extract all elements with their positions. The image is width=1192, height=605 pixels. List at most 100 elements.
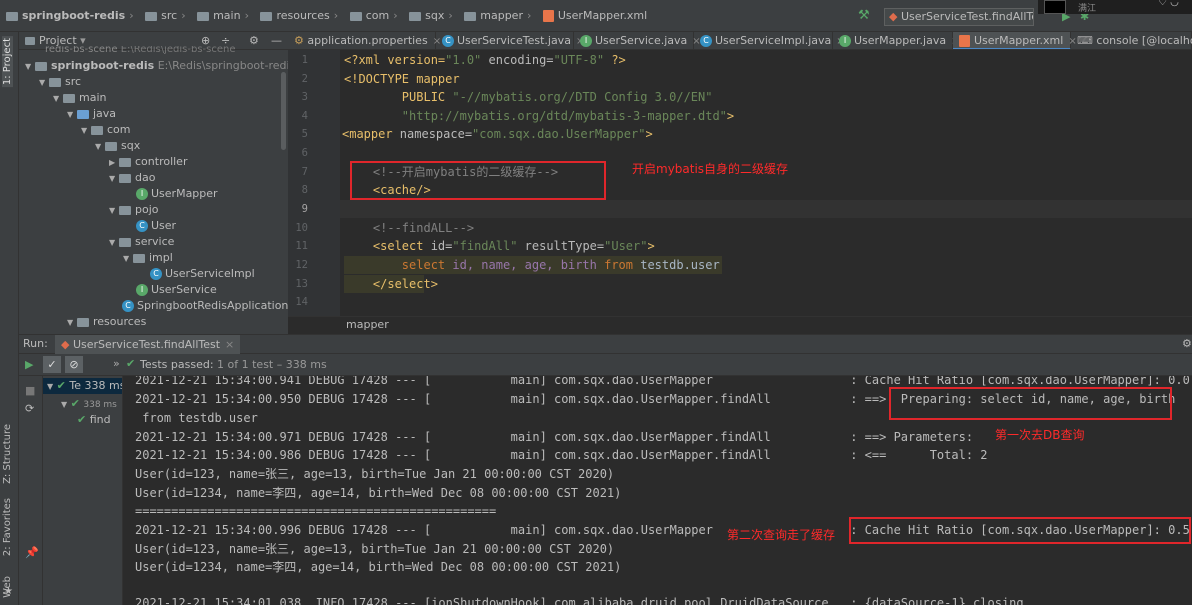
- code-line-2: <!DOCTYPE mapper: [344, 72, 460, 86]
- tree-row-dao[interactable]: ▼ dao: [109, 170, 155, 186]
- settings-gear-icon[interactable]: ⚙: [1182, 337, 1192, 350]
- test-row-class[interactable]: ▼ ✔ 338 ms: [61, 396, 117, 413]
- line-number: 12: [295, 259, 308, 271]
- package-icon: [119, 237, 131, 247]
- left-tool-strip: 1: Project Z: Structure 2: Favorites Web…: [0, 32, 19, 605]
- xml-file-icon: [542, 10, 554, 22]
- tree-row-user[interactable]: C User: [136, 218, 176, 234]
- console-line: User(id=1234, name=李四, age=14, birth=Wed…: [135, 560, 622, 574]
- project-scrollbar[interactable]: [281, 72, 286, 150]
- tree-row-sqx[interactable]: ▼ sqx: [95, 138, 140, 154]
- project-icon: [25, 37, 35, 45]
- run-label: Run:: [23, 337, 48, 350]
- code-line-1: <?xml version="1.0" encoding="UTF-8" ?>: [344, 53, 626, 67]
- folder-icon: [197, 11, 210, 21]
- first-query-annotation: 第一次去DB查询: [995, 428, 1085, 442]
- console-line: User(id=1234, name=李四, age=14, birth=Wed…: [135, 486, 622, 500]
- console-line: User(id=123, name=张三, age=13, birth=Tue …: [135, 467, 615, 481]
- close-icon[interactable]: ×: [225, 338, 234, 351]
- tree-row-userservice[interactable]: I UserService: [136, 282, 217, 298]
- line-number: 14: [295, 296, 308, 308]
- package-icon: [119, 157, 131, 167]
- tree-row-java[interactable]: ▼ java: [67, 106, 116, 122]
- folder-icon: [260, 11, 273, 21]
- interface-icon: I: [136, 284, 148, 296]
- pin-icon[interactable]: 📌: [25, 546, 39, 559]
- tool-window-favorites[interactable]: 2: Favorites: [2, 498, 13, 556]
- folder-icon: [63, 93, 75, 103]
- tab-userservicetest-java[interactable]: CUserServiceTest.java×: [436, 32, 584, 49]
- tab-usermapper-xml[interactable]: UserMapper.xml ×: [953, 32, 1077, 49]
- interface-icon: I: [580, 35, 592, 47]
- gear-icon[interactable]: ⚙: [249, 32, 259, 50]
- folder-icon: [145, 11, 158, 21]
- tree-row-resources[interactable]: ▼ resources: [67, 314, 146, 330]
- project-panel: Project ▾ ⊕ ÷ ⚙ — redis-bs-scene E:\Redi…: [19, 32, 288, 334]
- tool-window-project[interactable]: 1: Project: [2, 36, 13, 88]
- build-hammer-icon[interactable]: ⚒: [858, 9, 870, 23]
- properties-file-icon: ⚙: [294, 34, 304, 47]
- tree-row-com[interactable]: ▼ com: [81, 122, 131, 138]
- test-row-root[interactable]: ▼ ✔ Te 338 ms: [43, 378, 122, 394]
- tree-row-src[interactable]: ▼ src: [39, 74, 81, 90]
- test-row-findall[interactable]: ✔ find: [77, 412, 111, 428]
- tree-row-springboot-redis[interactable]: ▼ springboot-redis E:\Redis\springboot-re…: [25, 58, 288, 74]
- tab-console-localhost[interactable]: ⌨ console [@localhost]: [1071, 32, 1192, 49]
- interface-icon: I: [136, 188, 148, 200]
- tab-userserviceimpl-java[interactable]: CUserServiceImpl.java×: [694, 32, 845, 49]
- junit-icon: ◆: [889, 10, 898, 23]
- tree-row-pojo[interactable]: ▼ pojo: [109, 202, 159, 218]
- test-class-icon: C: [442, 35, 454, 47]
- tree-row-impl[interactable]: ▼ impl: [123, 250, 173, 266]
- code-editor[interactable]: 1 2 3 4 5 6 7 8 9 10 11 12 13 14 <?xml v…: [288, 50, 1192, 316]
- breadcrumb-main[interactable]: main: [197, 0, 241, 32]
- console-line: ========================================…: [135, 504, 497, 518]
- code-line-11: <select id="findAll" resultType="User">: [344, 239, 655, 253]
- line-number: 7: [301, 166, 308, 178]
- rerun-icon[interactable]: ▶: [25, 358, 33, 371]
- tree-row-partial[interactable]: redis-bs-scene E:\Redis\jedis-bs-scene: [45, 46, 236, 54]
- notification-icon[interactable]: ♡ ◡: [1158, 0, 1179, 8]
- tree-row-springbootredisapplication[interactable]: C SpringbootRedisApplication: [122, 298, 288, 314]
- run-toolbar: ▶ ✓ ⊘ » ✔ Tests passed: 1 of 1 test – 33…: [19, 354, 1192, 376]
- more-icon[interactable]: »: [113, 357, 120, 370]
- restore-icon[interactable]: ⟳: [25, 402, 34, 415]
- code-line-5: <mapper namespace="com.sqx.dao.UserMappe…: [342, 127, 653, 141]
- current-line-highlight: [340, 200, 1192, 218]
- tab-application-properties[interactable]: ⚙ application.properties ×: [288, 32, 441, 49]
- show-ignored-toggle[interactable]: ⊘: [65, 356, 83, 373]
- junit-icon: ◆: [61, 338, 70, 351]
- tree-row-service[interactable]: ▼ service: [109, 234, 174, 250]
- tree-row-controller[interactable]: ▶ controller: [109, 154, 187, 170]
- run-tab[interactable]: ◆ UserServiceTest.findAllTest ×: [55, 335, 241, 354]
- console-line: User(id=123, name=张三, age=13, birth=Tue …: [135, 542, 615, 556]
- tool-window-structure[interactable]: Z: Structure: [2, 424, 13, 484]
- folder-icon: [409, 11, 422, 21]
- breadcrumb-resources[interactable]: resources: [260, 0, 330, 32]
- console-line: 2021-12-21 15:34:00.986 DEBUG 17428 --- …: [135, 448, 988, 462]
- hide-icon[interactable]: —: [271, 32, 282, 50]
- breadcrumb-springboot-redis[interactable]: springboot-redis: [6, 0, 125, 32]
- show-passed-toggle[interactable]: ✓: [43, 356, 61, 373]
- breadcrumb-usermapper-xml[interactable]: UserMapper.xml: [542, 0, 647, 32]
- tree-row-main[interactable]: ▼ main: [53, 90, 106, 106]
- tree-row-userserviceimpl[interactable]: C UserServiceImpl: [150, 266, 255, 282]
- package-icon: [133, 253, 145, 263]
- stop-icon[interactable]: ■: [25, 384, 35, 397]
- resources-folder-icon: [77, 317, 89, 327]
- tab-userservice-java[interactable]: I UserService.java ×: [574, 32, 701, 49]
- breadcrumb-sqx[interactable]: sqx: [409, 0, 444, 32]
- tree-row-usermapper[interactable]: I UserMapper: [136, 186, 218, 202]
- line-number: 10: [295, 222, 308, 234]
- run-config-selector[interactable]: ◆ UserServiceTest.findAllTest: [884, 8, 1034, 26]
- breadcrumb-mapper-tag[interactable]: mapper: [346, 318, 389, 331]
- breadcrumb-com[interactable]: com: [349, 0, 389, 32]
- folder-icon: [349, 11, 362, 21]
- tab-usermapper-java[interactable]: IUserMapper.java×: [833, 32, 959, 49]
- console-output[interactable]: 2021-12-21 15:34:00.941 DEBUG 17428 --- …: [123, 376, 1192, 605]
- breadcrumb-src[interactable]: src: [145, 0, 177, 32]
- class-icon: C: [150, 268, 162, 280]
- editor-breadcrumb[interactable]: mapper: [288, 316, 1192, 334]
- editor-tabs: ⚙ application.properties × C UserServiceTes…: [288, 32, 1192, 50]
- breadcrumb-mapper[interactable]: mapper: [464, 0, 523, 32]
